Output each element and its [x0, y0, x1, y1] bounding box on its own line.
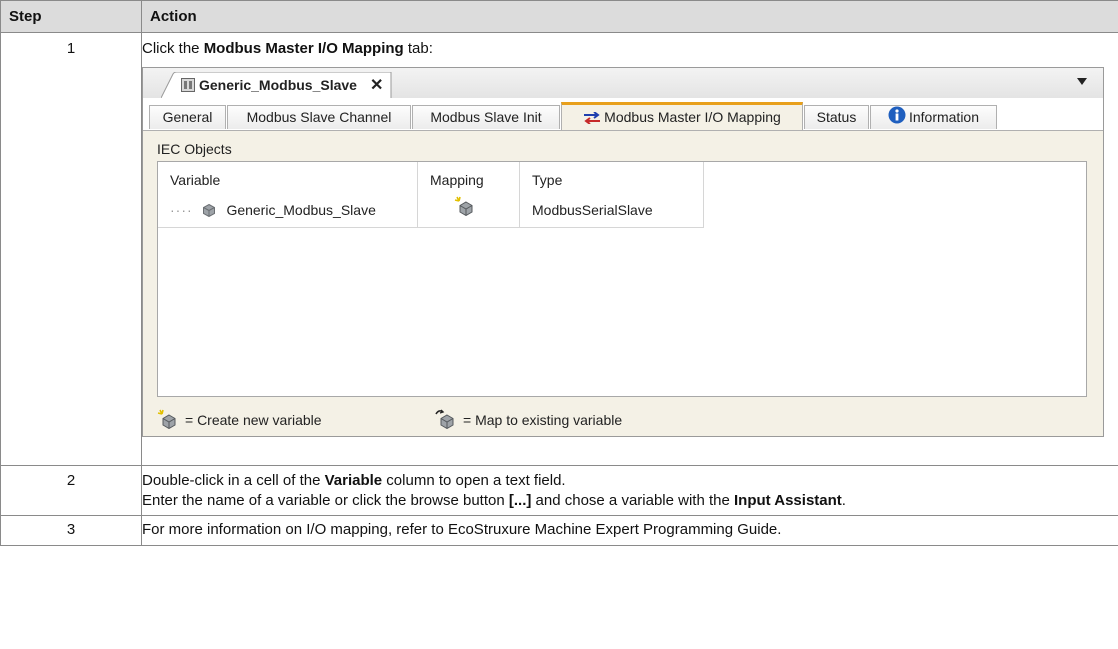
- step-number: 1: [0, 32, 142, 466]
- step-instruction: Enter the name of a variable or click th…: [142, 492, 846, 509]
- tab-modbus-slave-init[interactable]: Modbus Slave Init: [412, 105, 560, 129]
- document-tab-label: Generic_Modbus_Slave: [199, 77, 357, 93]
- tab-list-dropdown-icon[interactable]: [1077, 78, 1087, 85]
- map-existing-variable-icon: [435, 409, 463, 430]
- device-icon: [181, 78, 195, 92]
- iec-objects-grid: Variable ···· Generic_Modbus_Slave Mappi…: [157, 161, 1087, 397]
- close-icon[interactable]: ✕: [370, 75, 383, 95]
- section-title: IEC Objects: [157, 141, 232, 157]
- column-header-mapping: Mapping: [430, 172, 484, 188]
- tree-connector: ····: [170, 202, 193, 218]
- tab-modbus-master-io-mapping[interactable]: Modbus Master I/O Mapping: [561, 102, 803, 130]
- table-row: 1 Click the Modbus Master I/O Mapping ta…: [0, 32, 1118, 466]
- step-action: Click the Modbus Master I/O Mapping tab:…: [141, 32, 1118, 466]
- create-new-variable-icon: [157, 409, 185, 430]
- tab-general[interactable]: General: [149, 105, 226, 129]
- legend-create-new: = Create new variable: [157, 409, 322, 430]
- mapping-arrows-icon: [583, 111, 601, 127]
- column-header-action: Action: [141, 0, 1118, 33]
- variable-name: Generic_Modbus_Slave: [226, 202, 376, 218]
- table-row: 2 Double-click in a cell of the Variable…: [0, 465, 1118, 516]
- editor-screenshot: Generic_Modbus_Slave ✕ General Modbus Sl…: [142, 67, 1104, 437]
- document-tab-bar: Generic_Modbus_Slave ✕: [143, 68, 1103, 99]
- legend-map-existing: = Map to existing variable: [435, 409, 622, 430]
- create-new-variable-icon[interactable]: [454, 196, 474, 219]
- variable-column: Variable ···· Generic_Modbus_Slave: [158, 162, 418, 228]
- tab-modbus-slave-channel[interactable]: Modbus Slave Channel: [227, 105, 411, 129]
- step-action: For more information on I/O mapping, ref…: [141, 515, 1118, 546]
- type-cell: ModbusSerialSlave: [532, 202, 653, 218]
- step-action: Double-click in a cell of the Variable c…: [141, 465, 1118, 516]
- column-header-type: Type: [532, 172, 563, 188]
- step-number: 2: [0, 465, 142, 516]
- steps-table: Step Action 1 Click the Modbus Master I/…: [0, 0, 1118, 546]
- variable-cell[interactable]: ···· Generic_Modbus_Slave: [170, 202, 376, 218]
- io-mapping-panel: IEC Objects Variable ···· Generic_Modbus…: [143, 131, 1103, 436]
- variable-icon: [202, 202, 223, 218]
- mapping-column: Mapping: [418, 162, 520, 228]
- step-instruction: Double-click in a cell of the Variable c…: [142, 472, 566, 489]
- editor-tabs: General Modbus Slave Channel Modbus Slav…: [143, 98, 1103, 131]
- table-row: 3 For more information on I/O mapping, r…: [0, 515, 1118, 546]
- tab-information[interactable]: Information: [870, 105, 997, 129]
- type-column: Type ModbusSerialSlave: [520, 162, 704, 228]
- tab-status[interactable]: Status: [804, 105, 869, 129]
- step-number: 3: [0, 515, 142, 546]
- column-header-step: Step: [0, 0, 142, 33]
- info-icon: [888, 106, 906, 127]
- table-header-row: Step Action: [0, 0, 1118, 33]
- column-header-variable: Variable: [170, 172, 221, 188]
- step-instruction: Click the Modbus Master I/O Mapping tab:: [142, 40, 433, 57]
